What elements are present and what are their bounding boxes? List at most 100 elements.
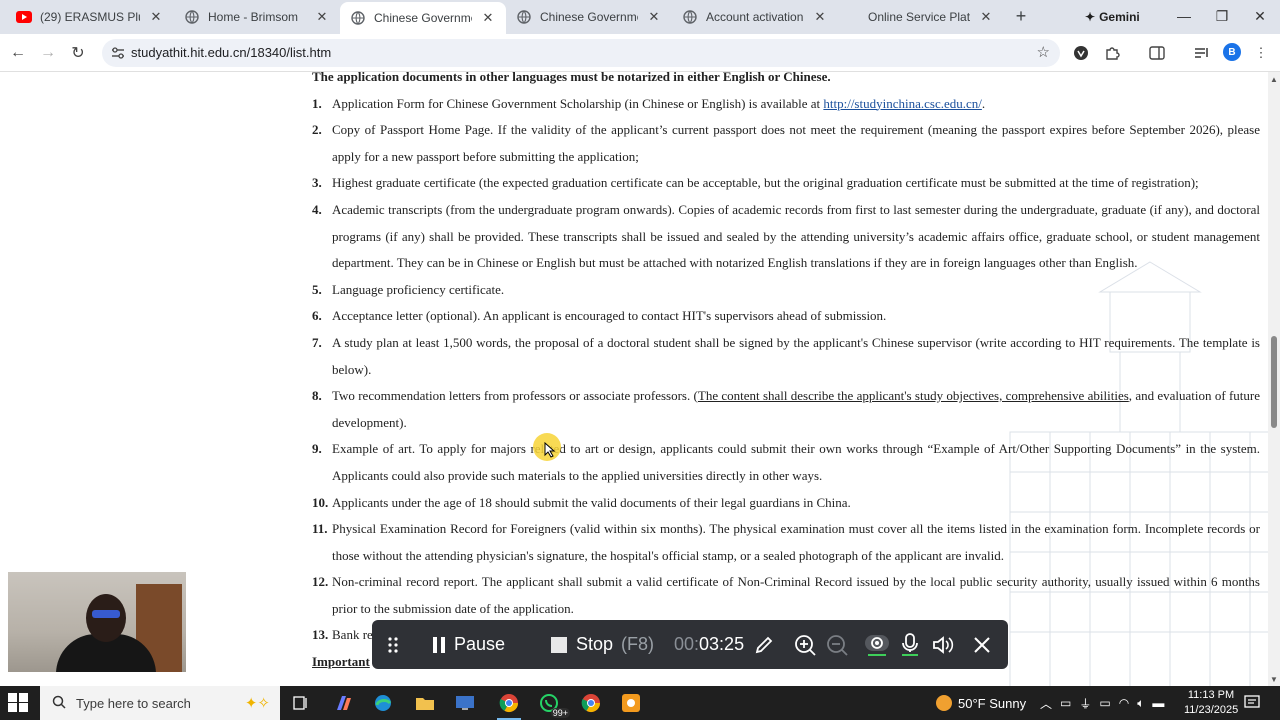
clock-time: 11:13 PM (1187, 689, 1235, 701)
close-window-button[interactable]: ✕ (1246, 5, 1274, 27)
tab-chinese-government[interactable]: Chinese Government Sc ✕ (506, 0, 672, 34)
timer-value: 03:25 (699, 634, 745, 654)
item-text: Non-criminal record report. The applican… (332, 574, 1260, 616)
whatsapp-badge: 99+ (550, 708, 570, 718)
zoom-out-icon[interactable] (826, 620, 848, 669)
whatsapp-icon[interactable]: 99+ (534, 690, 570, 718)
volume-icon[interactable]: 🔈︎ (1137, 696, 1144, 711)
tab-close-icon[interactable]: ✕ (812, 9, 828, 25)
section-heading: The application documents in other langu… (312, 72, 831, 84)
new-tab-button[interactable]: + (1010, 5, 1032, 27)
item-text: Highest graduate certificate (the expect… (332, 175, 1199, 191)
globe-icon (682, 9, 698, 25)
tab-close-icon[interactable]: ✕ (148, 9, 164, 25)
weather-widget[interactable]: 50°F Sunny (936, 686, 1026, 720)
tab-erasmus[interactable]: (29) ERASMUS Plus MUI ✕ (6, 0, 174, 34)
list-item: 7. A study plan at least 1,500 words, th… (312, 330, 1260, 383)
side-panel-icon[interactable] (1147, 43, 1167, 63)
bookmark-star-icon[interactable]: ☆ (1037, 43, 1050, 61)
extensions-puzzle-icon[interactable] (1102, 43, 1122, 63)
taskbar-search-box[interactable]: Type here to search ✦✧ (40, 686, 280, 720)
item-number: 11. (312, 521, 328, 537)
gemini-button[interactable]: ✦ Gemini (1085, 7, 1140, 27)
search-placeholder: Type here to search (76, 695, 191, 711)
webcam-overlay (8, 572, 186, 672)
pause-button[interactable]: Pause (432, 620, 505, 669)
stop-label: Stop (576, 634, 614, 654)
meet-now-icon[interactable]: ▭ (1060, 696, 1071, 710)
screen-app-icon[interactable] (450, 690, 480, 716)
tab-close-icon[interactable]: ✕ (314, 9, 330, 25)
taskbar-clock[interactable]: 11:13 PM 11/23/2025 (1184, 688, 1238, 718)
edge-browser-icon[interactable] (368, 690, 398, 716)
item-number: 13. (312, 627, 329, 643)
minimize-button[interactable]: — (1170, 5, 1198, 27)
webcam-person-glasses (92, 610, 120, 618)
recorder-app-icon[interactable] (616, 690, 646, 716)
speaker-icon[interactable] (932, 620, 954, 669)
site-info-icon[interactable] (110, 45, 126, 61)
search-icon (52, 695, 66, 712)
weather-text: 50°F Sunny (958, 695, 1027, 711)
scroll-up-arrow-icon[interactable]: ▲ (1268, 72, 1280, 86)
screen-recorder-bar: Pause Stop (F8) 00: 03:25 (372, 620, 1008, 669)
stop-button[interactable]: Stop (F8) (550, 620, 654, 669)
drag-handle-icon[interactable] (388, 620, 398, 669)
tab-title: Account activation (706, 10, 804, 24)
csc-link[interactable]: http://studyinchina.csc.edu.cn/ (823, 96, 982, 111)
back-arrow-icon[interactable]: ← (6, 41, 30, 65)
pause-icon (433, 636, 445, 653)
microphone-icon[interactable] (902, 620, 918, 669)
forward-arrow-icon[interactable]: → (36, 41, 60, 65)
network-icon[interactable]: ◠ (1119, 696, 1129, 710)
notification-icon[interactable] (1244, 695, 1260, 712)
chrome-profile-icon[interactable] (576, 690, 606, 716)
tab-title: Chinese Government Sc (374, 11, 472, 25)
scroll-thumb[interactable] (1271, 336, 1277, 428)
chevron-up-icon[interactable]: ︿ (1040, 695, 1052, 712)
tab-close-icon[interactable]: ✕ (978, 9, 994, 25)
item-number: 8. (312, 388, 322, 404)
tab-account-activation[interactable]: Account activation ✕ (672, 0, 838, 34)
tab-home-brimsom[interactable]: Home - Brimsom ✕ (174, 0, 340, 34)
item-number: 7. (312, 334, 322, 350)
chrome-browser-icon[interactable] (494, 690, 524, 720)
tab-close-icon[interactable]: ✕ (480, 10, 496, 26)
battery-icon[interactable]: ▭ (1099, 696, 1110, 710)
item-number: 2. (312, 122, 322, 138)
windows-start-icon[interactable] (8, 693, 30, 713)
tab-close-icon[interactable]: ✕ (646, 9, 662, 25)
gemini-label: Gemini (1099, 10, 1140, 24)
extension-shield-icon[interactable] (1071, 43, 1091, 63)
webcam-toggle-icon[interactable] (864, 620, 890, 669)
stop-shortcut: (F8) (621, 634, 655, 654)
usb-icon[interactable]: ⏚ (1079, 695, 1091, 712)
profile-avatar[interactable]: B (1223, 43, 1241, 61)
close-recorder-icon[interactable] (974, 620, 990, 669)
recording-timer: 00: 03:25 (674, 620, 744, 669)
list-item: 11. Physical Examination Record for Fore… (312, 516, 1260, 569)
list-item: 8. Two recommendation letters from profe… (312, 383, 1260, 436)
zoom-in-icon[interactable] (794, 620, 816, 669)
reload-icon[interactable]: ↻ (66, 41, 90, 65)
pen-icon[interactable] (754, 620, 774, 669)
tab-chinese-government-active[interactable]: Chinese Government Sc ✕ (340, 2, 506, 34)
sparkle-icon: ✦ (1085, 10, 1096, 24)
task-view-icon[interactable] (286, 690, 316, 716)
scroll-down-arrow-icon[interactable]: ▼ (1268, 672, 1280, 686)
list-item: 6. Acceptance letter (optional). An appl… (312, 303, 1260, 330)
vertical-scrollbar[interactable]: ▲ ▼ (1268, 72, 1280, 686)
file-explorer-icon[interactable] (410, 690, 440, 716)
underlined-text: The content shall describe the applicant… (697, 388, 1129, 404)
address-bar[interactable]: studyathit.hit.edu.cn/18340/list.htm ☆ (102, 39, 1060, 67)
tab-online-service-platform[interactable]: Online Service Platform ✕ (838, 0, 1004, 34)
media-queue-icon[interactable] (1192, 43, 1212, 63)
display-icon[interactable]: ▬ (1152, 696, 1164, 710)
item-text: Bank re (332, 627, 373, 643)
menu-kebab-icon[interactable]: ⋮ (1251, 43, 1271, 63)
list-item: 4. Academic transcripts (from the underg… (312, 197, 1260, 277)
list-item: 5. Language proficiency certificate. (312, 277, 1260, 304)
maximize-button[interactable]: ❐ (1208, 5, 1236, 27)
item-text: Language proficiency certificate. (332, 281, 505, 297)
copilot-app-icon[interactable] (328, 690, 358, 716)
